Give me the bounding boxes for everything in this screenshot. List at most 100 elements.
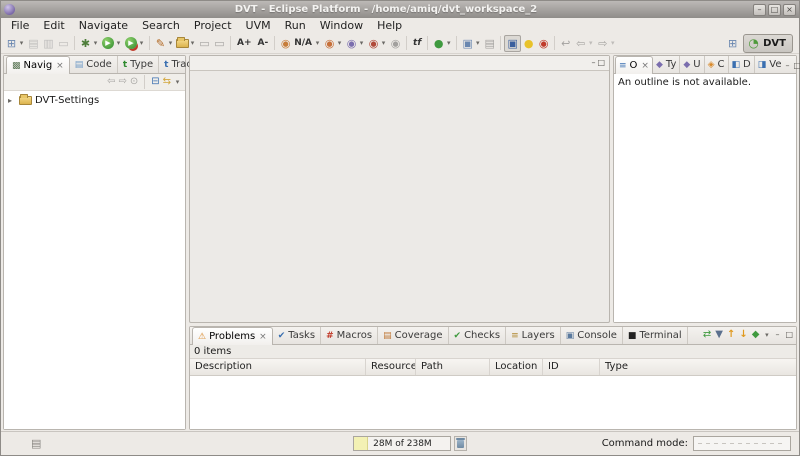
toggle-tf-button[interactable]: tf [410,35,424,52]
column-path[interactable]: Path [416,359,490,375]
open-perspective-button[interactable]: ⊞ [725,35,740,52]
chevron-down-icon[interactable]: ▾ [474,39,481,47]
arrow-down-icon[interactable]: ↓ [739,328,747,342]
run-button[interactable]: ▶ ▾ [100,35,123,52]
tab-design[interactable]: ◧ D [729,56,755,73]
nav-up-icon[interactable]: ⊙ [130,75,138,89]
chevron-down-icon[interactable]: ▾ [138,39,145,47]
garbage-collect-button[interactable] [454,436,467,451]
tab-type[interactable]: t Type [118,56,159,73]
nav-back-icon[interactable]: ⇦ [107,75,115,89]
editor-area-toggle-button[interactable]: ▣ [504,35,521,52]
maximize-button[interactable]: □ [768,4,781,16]
back-button[interactable]: ⇦ ▾ [573,35,595,52]
tab-navigator[interactable]: ▩ Navig × [6,56,70,74]
tab-problems[interactable]: ⚠ Problems × [192,327,273,345]
column-id[interactable]: ID [543,359,600,375]
save-all-button[interactable]: ▥ [41,35,56,52]
print-button[interactable]: ▭ [56,35,71,52]
chevron-down-icon[interactable]: ▾ [189,39,196,47]
arrow-up-icon[interactable]: ↑ [727,328,735,342]
column-location[interactable]: Location [490,359,543,375]
chevron-down-icon[interactable]: ▾ [115,39,122,47]
minimize-button[interactable]: – [753,4,766,16]
menu-project[interactable]: Project [188,19,238,32]
chevron-down-icon[interactable]: ▾ [445,39,452,47]
external-tools-button[interactable]: ▶ ▾ [123,35,146,52]
toggle-mark-occurrences-button[interactable]: ▭ [197,35,212,52]
yellow-ball-button[interactable]: ● [521,35,536,52]
dvt-wand-button[interactable]: ✎ ▾ [153,35,175,52]
expander-icon[interactable]: ▸ [8,96,16,105]
dvt-perspective-button[interactable]: ◔ DVT [743,34,793,53]
command-mode-input[interactable] [693,436,791,451]
menu-navigate[interactable]: Navigate [73,19,134,32]
save-button[interactable]: ▤ [26,35,41,52]
tab-macros[interactable]: # Macros [321,327,378,344]
green-diamond-icon[interactable]: ◆ [752,328,760,342]
compile-waivers-button[interactable]: ◉ N/A ▾ [278,35,322,52]
chevron-down-icon[interactable]: ▾ [167,39,174,47]
disabled-doc-button[interactable]: ▤ [482,35,497,52]
menu-file[interactable]: File [5,19,35,32]
nav-forward-icon[interactable]: ⇨ [118,75,126,89]
close-icon[interactable]: × [259,332,267,342]
dvt-tool-disabled-button[interactable]: ◉ [388,35,403,52]
chevron-down-icon[interactable]: ▾ [18,39,25,47]
tree-item-dvt-settings[interactable]: ▸ DVT-Settings [4,93,185,108]
chevron-down-icon[interactable]: ▾ [358,39,365,47]
link-editor-icon[interactable]: ⇆ [163,75,171,89]
menu-help[interactable]: Help [371,19,408,32]
new-wizard-button[interactable]: ⊞ ▾ [4,35,26,52]
column-type[interactable]: Type [600,359,796,375]
refresh-icon[interactable]: ⇄ [703,328,711,342]
font-increase-button[interactable]: A+ [234,35,255,52]
close-icon[interactable]: × [56,61,64,71]
menu-run[interactable]: Run [279,19,312,32]
tab-types[interactable]: ◆ Ty [653,56,680,73]
menu-uvm[interactable]: UVM [240,19,277,32]
tab-terminal[interactable]: ■ Terminal [623,327,688,344]
tab-tasks[interactable]: ✔ Tasks [273,327,321,344]
title-bar[interactable]: DVT - Eclipse Platform - /home/amiq/dvt_… [1,1,799,18]
maximize-view-button[interactable]: □ [792,61,800,71]
view-menu-icon[interactable]: ▾ [174,78,181,86]
maximize-view-button[interactable]: □ [784,330,794,340]
tab-layers[interactable]: ≡ Layers [506,327,561,344]
dialog-button[interactable]: ▣ ▾ [460,35,482,52]
menu-window[interactable]: Window [314,19,369,32]
minimize-view-button[interactable]: – [784,61,790,71]
close-icon[interactable]: × [641,61,649,71]
trim-view-icon[interactable]: ▤ [31,437,41,450]
view-menu-icon[interactable]: ▾ [763,331,770,339]
maximize-editor-button[interactable]: □ [596,58,606,68]
run-config-button[interactable]: ● ▾ [431,35,453,52]
tab-checks-bottom[interactable]: ✔ Checks [449,327,507,344]
tab-code[interactable]: ▤ Code [70,56,118,73]
minimize-view-button[interactable]: – [774,330,780,340]
font-decrease-button[interactable]: A- [255,35,272,52]
chevron-down-icon[interactable]: ▾ [314,39,321,47]
debug-button[interactable]: ✱ ▾ [78,35,100,52]
dvt-tool-purple-button[interactable]: ◉ ▾ [344,35,366,52]
chevron-down-icon[interactable]: ▾ [380,39,387,47]
tab-outline[interactable]: ≡ O × [615,56,653,74]
last-edit-button[interactable]: ↩ [558,35,573,52]
tab-checks[interactable]: ◈ C [705,56,729,73]
chevron-down-icon[interactable]: ▾ [336,39,343,47]
dvt-tool-orange-button[interactable]: ◉ ▾ [322,35,344,52]
menu-edit[interactable]: Edit [37,19,70,32]
collapse-all-icon[interactable]: ⊟ [151,75,159,89]
tab-console[interactable]: ▣ Console [561,327,623,344]
tab-uvm[interactable]: ◆ U [680,56,704,73]
tab-verification[interactable]: ◨ Ve [755,56,785,73]
open-resource-button[interactable]: ▾ [175,35,197,52]
help-button[interactable]: ◉ [536,35,551,52]
close-button[interactable]: × [783,4,796,16]
column-resource[interactable]: Resource [366,359,416,375]
column-description[interactable]: Description [190,359,366,375]
dvt-tool-red-button[interactable]: ◉ ▾ [366,35,388,52]
menu-search[interactable]: Search [136,19,186,32]
chevron-down-icon[interactable]: ▾ [92,39,99,47]
tab-coverage[interactable]: ▤ Coverage [378,327,448,344]
